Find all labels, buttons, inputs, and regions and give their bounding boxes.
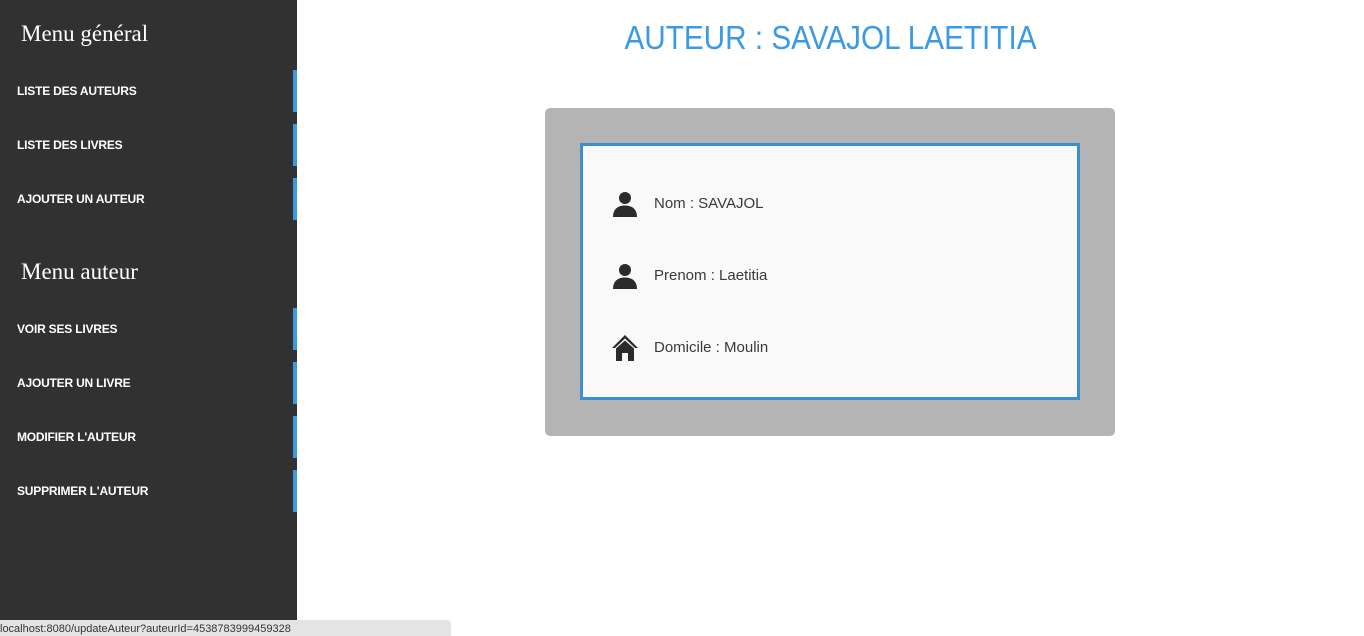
user-icon [611, 262, 639, 290]
detail-address: Domicile : Moulin [654, 339, 769, 356]
detail-row-last-name: Nom : SAVAJOL [611, 190, 1051, 218]
detail-last-name: Nom : SAVAJOL [654, 195, 764, 212]
author-card: Nom : SAVAJOL Prenom : Laetitia Domicile… [545, 108, 1115, 436]
detail-first-name: Prenom : Laetitia [654, 267, 768, 284]
menu-item-edit-author[interactable]: MODIFIER L'AUTEUR [0, 416, 297, 458]
general-menu-title: Menu général [21, 21, 149, 46]
menu-item-delete-author[interactable]: SUPPRIMER L'AUTEUR [0, 470, 297, 512]
status-bar: localhost:8080/updateAuteur?auteurId=453… [0, 620, 451, 636]
sidebar: Menu général LISTE DES AUTEURS LISTE DES… [0, 0, 297, 636]
menu-item-label: LISTE DES AUTEURS [17, 84, 137, 98]
menu-item-label: AJOUTER UN AUTEUR [17, 192, 145, 206]
menu-item-label: SUPPRIMER L'AUTEUR [17, 484, 149, 498]
menu-item-list-authors[interactable]: LISTE DES AUTEURS [0, 70, 297, 112]
menu-item-label: VOIR SES LIVRES [17, 322, 118, 336]
status-url: localhost:8080/updateAuteur?auteurId=453… [0, 623, 291, 635]
menu-item-add-book[interactable]: AJOUTER UN LIVRE [0, 362, 297, 404]
menu-item-label: MODIFIER L'AUTEUR [17, 430, 136, 444]
author-details-panel: Nom : SAVAJOL Prenom : Laetitia Domicile… [580, 143, 1080, 400]
page-title: AUTEUR : SAVAJOL LAETITIA [624, 19, 1037, 56]
menu-item-list-books[interactable]: LISTE DES LIVRES [0, 124, 297, 166]
home-icon [611, 334, 639, 362]
menu-item-view-books[interactable]: VOIR SES LIVRES [0, 308, 297, 350]
menu-item-add-author[interactable]: AJOUTER UN AUTEUR [0, 178, 297, 220]
author-menu-title: Menu auteur [21, 259, 138, 284]
detail-row-first-name: Prenom : Laetitia [611, 262, 1051, 290]
user-icon [611, 190, 639, 218]
menu-item-label: AJOUTER UN LIVRE [17, 376, 131, 390]
detail-row-address: Domicile : Moulin [611, 334, 1051, 362]
menu-item-label: LISTE DES LIVRES [17, 138, 123, 152]
